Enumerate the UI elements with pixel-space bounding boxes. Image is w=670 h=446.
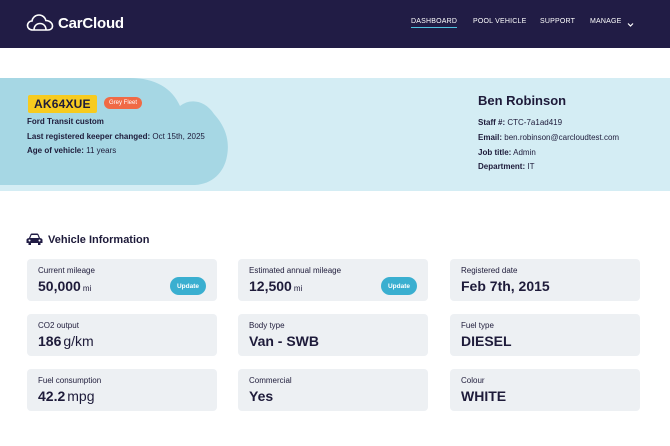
card-co2-output: CO2 output 186 g/km [27, 314, 217, 356]
vehicle-age: Age of vehicle: 11 years [27, 146, 117, 155]
card-value: Yes [249, 388, 274, 404]
card-label: Fuel consumption [38, 376, 102, 385]
nav-dashboard[interactable]: DASHBOARD [411, 18, 458, 28]
card-value: 12,500 mi [249, 278, 303, 294]
card-colour: Colour WHITE [450, 369, 640, 411]
top-navigation: CarCloud DASHBOARD POOL VEHICLE SUPPORT … [0, 0, 670, 48]
update-annual-mileage-button[interactable]: Update [380, 277, 417, 295]
vehicle-summary-banner: AK64XUE Grey Fleet Ford Transit custom L… [0, 78, 670, 191]
driver-email: Email: ben.robinson@carcloudtest.com [478, 133, 620, 142]
card-fuel-consumption: Fuel consumption 42.2 mpg [27, 369, 217, 411]
cloud-logo-icon [26, 13, 54, 33]
card-value: Feb 7th, 2015 [461, 278, 550, 294]
keeper-changed: Last registered keeper changed: Oct 15th… [27, 132, 205, 141]
job-title: Job title: Admin [478, 148, 536, 157]
card-current-mileage: Current mileage 50,000 mi Update [27, 259, 217, 301]
card-label: CO2 output [38, 321, 79, 330]
nav-support[interactable]: SUPPORT [540, 18, 575, 25]
nav-manage[interactable]: MANAGE [590, 18, 622, 25]
card-value: WHITE [461, 388, 507, 404]
card-label: Registered date [461, 266, 518, 275]
nav-pool-vehicle[interactable]: POOL VEHICLE [473, 18, 527, 25]
chevron-down-icon[interactable] [627, 17, 634, 35]
section-title: Vehicle Information [48, 234, 150, 246]
card-value: 42.2 mpg [38, 388, 95, 404]
fleet-badge: Grey Fleet [104, 97, 143, 109]
card-value: DIESEL [461, 333, 512, 349]
card-value: Van - SWB [249, 333, 320, 349]
department: Department: IT [478, 162, 535, 171]
brand-logo[interactable]: CarCloud [26, 13, 124, 33]
vehicle-model: Ford Transit custom [27, 117, 104, 126]
card-label: Estimated annual mileage [249, 266, 342, 275]
card-label: Colour [461, 376, 485, 385]
update-mileage-button[interactable]: Update [169, 277, 206, 295]
card-value: 50,000 mi [38, 278, 92, 294]
card-value: 186 g/km [38, 333, 94, 349]
car-icon [26, 233, 43, 251]
card-commercial: Commercial Yes [238, 369, 428, 411]
card-body-type: Body type Van - SWB [238, 314, 428, 356]
card-label: Fuel type [461, 321, 494, 330]
card-label: Current mileage [38, 266, 95, 275]
card-label: Commercial [249, 376, 292, 385]
card-annual-mileage: Estimated annual mileage 12,500 mi Update [238, 259, 428, 301]
staff-number: Staff #: CTC-7a1ad419 [478, 118, 563, 127]
card-fuel-type: Fuel type DIESEL [450, 314, 640, 356]
card-registered-date: Registered date Feb 7th, 2015 [450, 259, 640, 301]
card-label: Body type [249, 321, 285, 330]
brand-name: CarCloud [58, 14, 124, 32]
driver-name: Ben Robinson [478, 93, 567, 108]
license-plate: AK64XUE [28, 95, 97, 113]
